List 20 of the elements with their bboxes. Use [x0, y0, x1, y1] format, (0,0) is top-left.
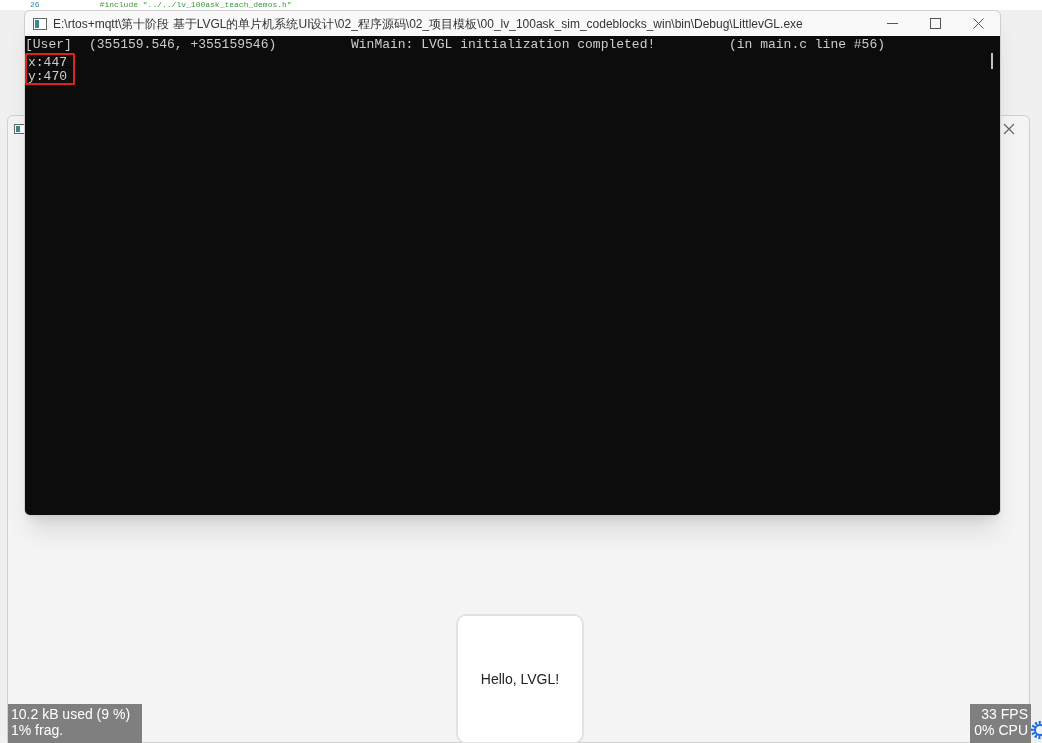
close-icon[interactable] [1003, 123, 1015, 135]
gear-icon[interactable] [1030, 720, 1042, 740]
code-line: #include "../../lv_100ask_teach_demos.h" [99, 0, 292, 10]
fragmentation-text: 1% frag. [11, 722, 65, 738]
fps-text: 33 FPS [981, 706, 1028, 722]
log-text: (355159.546, +355159546) [89, 37, 278, 53]
coordinate-text: y:470 [25, 69, 75, 85]
log-text: WinMain: LVGL initialization completed! [351, 37, 657, 53]
card-label: Hello, LVGL! [480, 669, 560, 689]
line-number: 26 [30, 0, 40, 10]
close-icon[interactable] [973, 18, 984, 29]
console-icon [33, 17, 47, 30]
window-title: E:\rtos+mqtt\第十阶段 基于LVGL的单片机系统UI设计\02_程序源码\02_项目模板\00_lv_100ask_sim_codeblocks_win\bin\Debug\LittlevGL.exe [53, 15, 803, 33]
coordinate-text: x:447 [25, 53, 75, 69]
maximize-icon[interactable] [930, 18, 941, 29]
cpu-text: 0% CPU [974, 722, 1028, 738]
memory-used-text: 10.2 kB used (9 %) [11, 706, 132, 722]
scrollbar-thumb[interactable] [991, 53, 993, 69]
log-text: [User] [25, 37, 73, 53]
log-text: (in main.c line #56) [729, 37, 887, 53]
